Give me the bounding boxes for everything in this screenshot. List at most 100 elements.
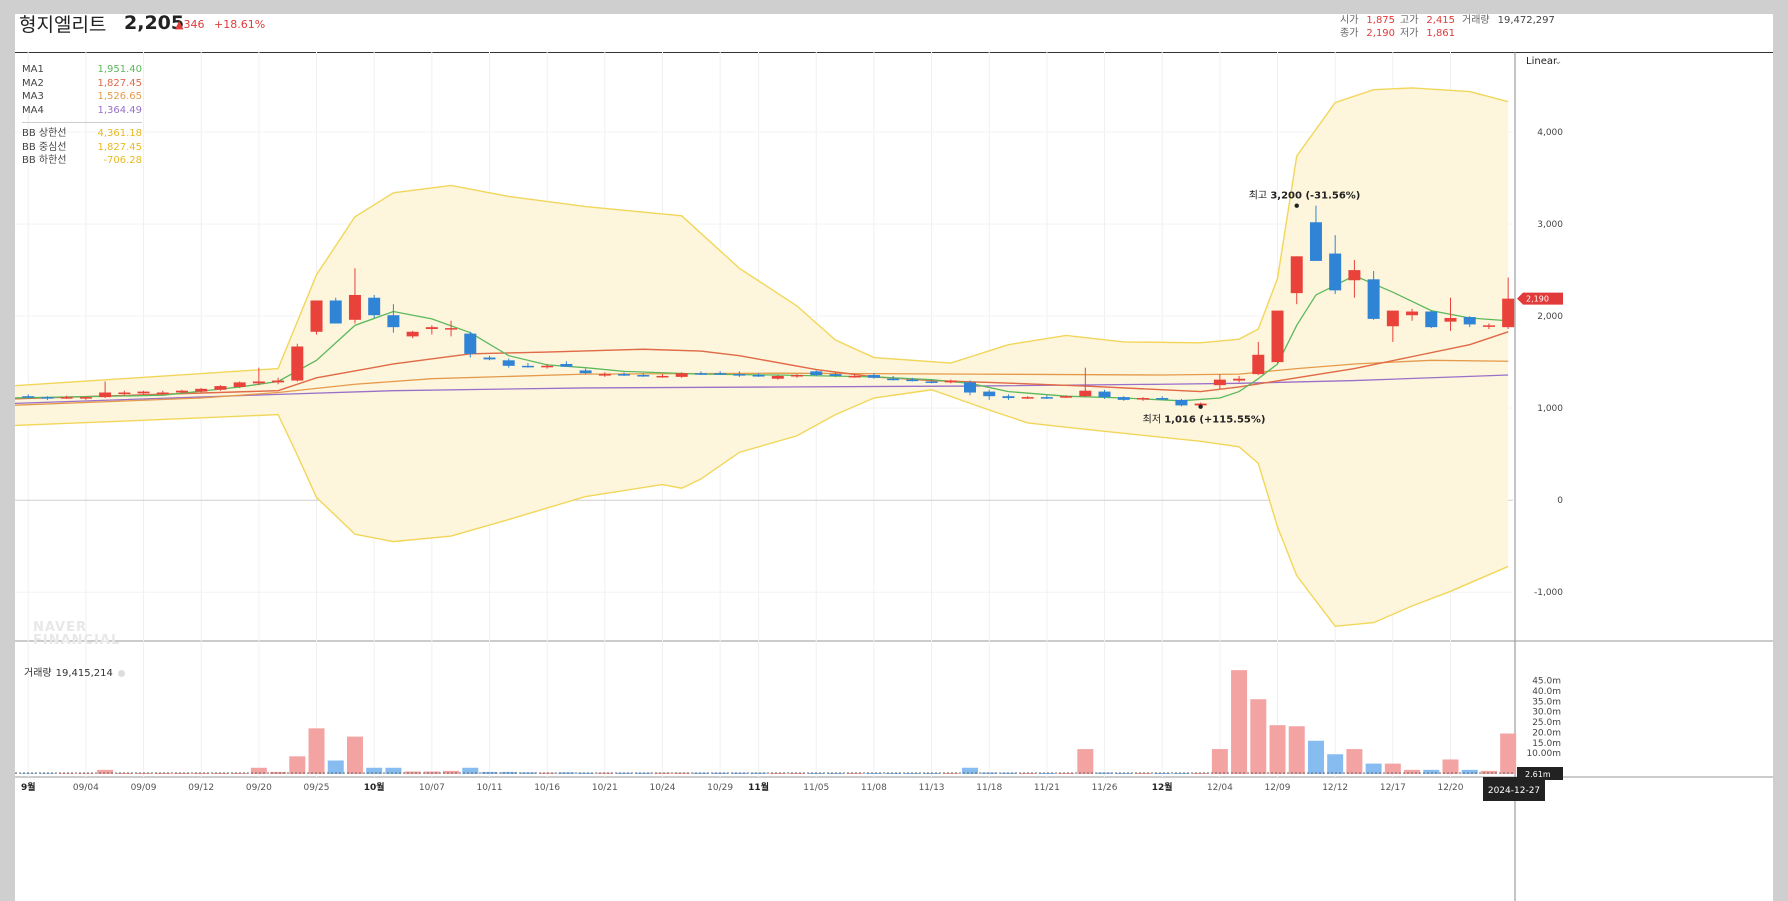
candle-body	[22, 396, 35, 398]
volume-bar	[1077, 749, 1094, 774]
volume-bar	[1250, 699, 1267, 774]
legend-bb-lower: BB 하한선 -706.28	[22, 155, 142, 166]
candle-body	[887, 378, 900, 381]
candle-body	[445, 328, 458, 330]
candle-body	[233, 382, 246, 387]
candle-body	[1060, 396, 1073, 398]
candle-body	[541, 365, 554, 368]
candle-body	[1175, 399, 1188, 406]
candle-body	[1233, 378, 1246, 381]
candle-body	[1386, 310, 1399, 327]
candle-body	[1463, 317, 1476, 325]
volume-settings-icon[interactable]	[117, 669, 125, 677]
date-tick-label: 10/07	[419, 783, 445, 793]
candle-body	[675, 373, 688, 377]
volume-tick-label: 30.0m	[1532, 708, 1561, 718]
candle-body	[1444, 317, 1457, 322]
date-tick-label: 09/04	[73, 783, 99, 793]
legend-bb-mid: BB 중심선 1,827.45	[22, 141, 142, 153]
candle-body	[983, 391, 996, 397]
price-tick-label: 2,000	[1537, 312, 1563, 322]
date-tick-label: 09/25	[304, 783, 330, 793]
candle-body	[714, 373, 727, 375]
volume-bar	[1365, 763, 1382, 774]
candle-body	[291, 346, 304, 381]
candle-body	[502, 360, 515, 366]
legend-ma3: MA3 1,526.65	[22, 91, 142, 102]
candle-body	[810, 371, 823, 376]
candle-body	[1117, 397, 1130, 400]
high-marker	[1294, 203, 1299, 208]
candle-body	[1406, 311, 1419, 316]
candle-body	[1482, 325, 1495, 327]
volume-panel-label: 거래량 19,415,214	[24, 664, 125, 679]
volume-bar	[1269, 725, 1286, 774]
candle-body	[1271, 310, 1284, 363]
volume-bar	[1500, 733, 1517, 774]
date-tick-label: 10/11	[477, 783, 503, 793]
date-tick-label: 12/09	[1265, 783, 1291, 793]
price-tick-label: 3,000	[1537, 220, 1563, 230]
candle-body	[99, 392, 112, 398]
volume-bar	[1327, 754, 1344, 774]
candle-body	[848, 375, 861, 378]
candle-body	[791, 375, 804, 377]
volume-bar	[1480, 770, 1497, 774]
date-tick-label: 9월	[21, 781, 36, 793]
candle-body	[1040, 397, 1053, 399]
date-tick-label: 11/18	[976, 783, 1002, 793]
candle-body	[483, 357, 496, 360]
candle-body	[598, 374, 611, 376]
date-tick-label: 12월	[1152, 781, 1173, 793]
candle-body	[925, 381, 938, 383]
candle-body	[1213, 379, 1226, 386]
candle-body	[656, 375, 669, 378]
date-tick-label: 12/20	[1438, 783, 1464, 793]
candle-body	[1425, 311, 1438, 328]
candle-body	[771, 375, 784, 379]
volume-tick-label: 15.0m	[1532, 739, 1561, 749]
volume-bar	[1384, 763, 1401, 774]
price-tick-label: -1,000	[1534, 588, 1563, 598]
date-tick-label: 12/12	[1322, 783, 1348, 793]
date-tick-label: 10/16	[534, 783, 560, 793]
candle-body	[1098, 391, 1111, 398]
volume-tick-label: 10.00m	[1526, 749, 1561, 759]
candle-body	[637, 375, 650, 377]
volume-bar	[1346, 749, 1363, 774]
date-tick-label: 11/13	[919, 783, 945, 793]
candle-body	[1156, 398, 1169, 400]
candle-body	[118, 392, 131, 395]
current-price-label: 2,190	[1526, 295, 1549, 304]
volume-tick-label: 35.0m	[1532, 697, 1561, 707]
date-tick-label: 11/26	[1092, 783, 1118, 793]
volume-bar	[289, 756, 306, 774]
price-chart[interactable]: -1,00001,0002,0003,0004,00010.00m15.0m20…	[15, 14, 1773, 901]
candle-body	[79, 397, 92, 399]
candle-body	[310, 300, 323, 332]
indicator-legend: MA1 1,951.40 MA2 1,827.45 MA3 1,526.65 MA4 1…	[22, 63, 142, 168]
candle-body	[1348, 270, 1361, 281]
candle-body	[387, 315, 400, 328]
volume-bar	[308, 728, 325, 774]
candle-body	[156, 392, 169, 395]
candle-body	[1021, 397, 1034, 399]
date-tick-label: 11/08	[861, 783, 887, 793]
date-tick-label: 12/17	[1380, 783, 1406, 793]
candle-body	[1290, 256, 1303, 294]
candle-body	[521, 365, 534, 368]
candle-body	[214, 386, 227, 390]
candle-body	[175, 390, 188, 393]
candle-body	[41, 397, 54, 399]
volume-bar	[1231, 670, 1248, 774]
low-annotation: 최저 1,016 (+115.55%)	[1143, 414, 1266, 426]
candle-body	[1002, 396, 1015, 399]
legend-divider	[22, 122, 142, 123]
candle-body	[252, 381, 265, 384]
price-tick-label: 4,000	[1537, 128, 1563, 138]
candle-body	[272, 380, 285, 383]
volume-tick-label: 45.0m	[1532, 677, 1561, 687]
volume-bar	[1442, 759, 1459, 774]
price-tick-label: 0	[1557, 496, 1563, 506]
chevron-down-icon: ⌄	[1554, 56, 1562, 67]
